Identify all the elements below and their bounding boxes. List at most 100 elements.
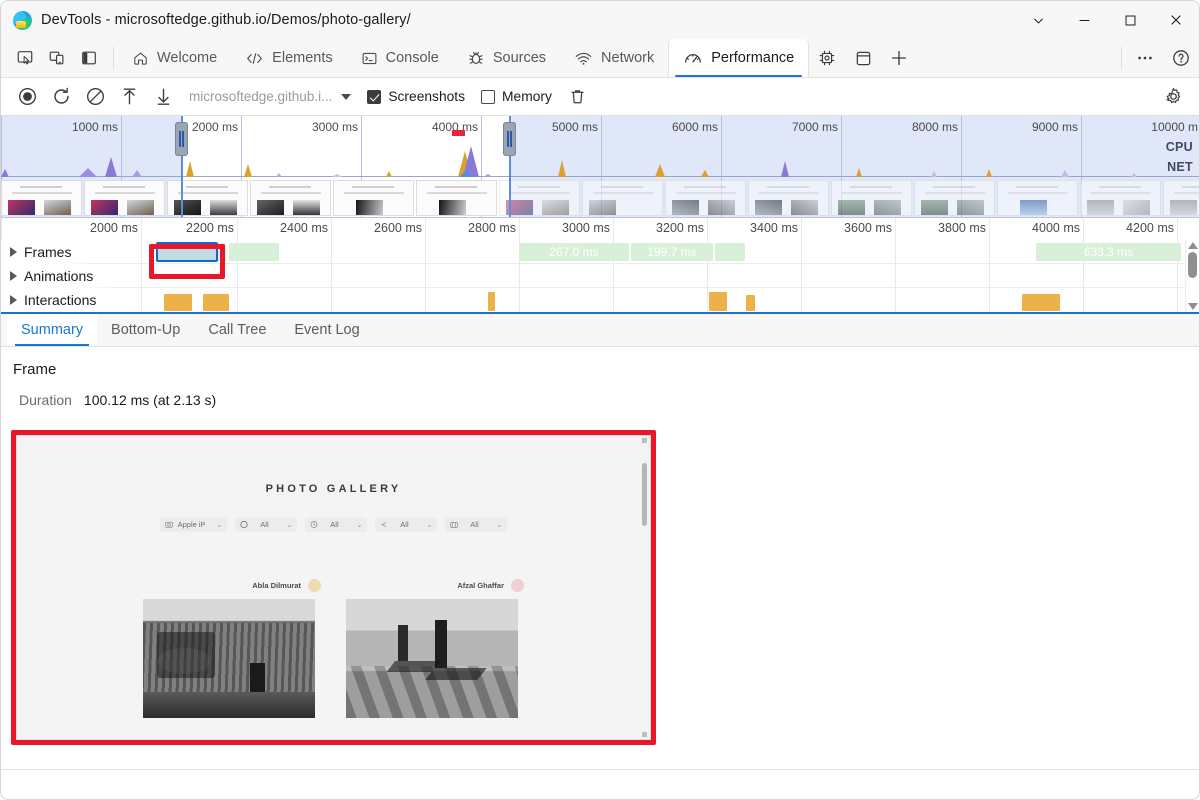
memory-chip-icon[interactable] <box>809 39 845 77</box>
device-toolbar-icon[interactable] <box>42 43 72 73</box>
delete-recording-icon[interactable] <box>562 83 594 111</box>
preview-filter-shutter: All ⌄ <box>305 517 367 532</box>
application-storage-icon[interactable] <box>845 39 881 77</box>
more-tabs-plus-icon[interactable] <box>881 39 917 77</box>
expand-triangle-icon[interactable] <box>10 295 17 305</box>
preview-photo-card: Abla Dilmurat <box>143 579 321 718</box>
clear-recording-button[interactable] <box>79 83 111 111</box>
timeline-scrollbar[interactable] <box>1185 240 1199 312</box>
tab-call-tree[interactable]: Call Tree <box>194 314 280 346</box>
screenshots-checkbox[interactable]: Screenshots <box>367 89 465 104</box>
timeline-tick: 4200 ms <box>1126 221 1174 235</box>
filmstrip-frame[interactable] <box>84 180 165 216</box>
title-bar: DevTools - microsoftedge.github.io/Demos… <box>1 1 1199 39</box>
preview-page-scrollbar[interactable] <box>640 438 649 737</box>
interaction-block[interactable] <box>746 295 755 311</box>
code-brackets-icon <box>245 50 264 67</box>
memory-checkbox-box[interactable] <box>481 90 495 104</box>
chevron-down-icon: ⌄ <box>427 521 433 529</box>
help-question-icon[interactable] <box>1163 48 1199 68</box>
expand-triangle-icon[interactable] <box>10 247 17 257</box>
filmstrip-frame[interactable] <box>997 180 1078 216</box>
tab-welcome[interactable]: Welcome <box>118 39 231 77</box>
interaction-block[interactable] <box>488 292 495 311</box>
tab-sources[interactable]: Sources <box>453 39 560 77</box>
load-profile-button[interactable] <box>113 83 145 111</box>
frame-screenshot-preview: PHOTO GALLERY Apple iP ⌄ All ⌄ <box>16 435 651 740</box>
tab-event-log[interactable]: Event Log <box>280 314 373 346</box>
interaction-block[interactable] <box>203 294 229 311</box>
filmstrip-frame[interactable] <box>1163 180 1199 216</box>
recording-target-selector[interactable]: microsoftedge.github.i... <box>189 89 351 104</box>
timeline-overview[interactable]: 1000 ms 2000 ms 3000 ms 4000 ms 5000 ms … <box>1 116 1199 218</box>
filmstrip-frame[interactable] <box>333 180 414 216</box>
timeline-detail[interactable]: 800 ms 2000 ms 2200 ms 2400 ms 2600 ms 2… <box>1 218 1199 314</box>
track-label: Frames <box>24 244 71 260</box>
track-interactions[interactable]: Interactions <box>1 288 1187 312</box>
save-profile-button[interactable] <box>147 83 179 111</box>
scroll-up-arrow-icon[interactable] <box>642 438 647 443</box>
preview-filter-value: All <box>260 520 268 529</box>
customize-more-icon[interactable] <box>1127 48 1163 68</box>
tabstrip-right-divider <box>1121 47 1122 69</box>
console-prompt-icon <box>361 50 378 67</box>
tab-network[interactable]: Network <box>560 39 668 77</box>
filmstrip-frame[interactable] <box>416 180 497 216</box>
capture-settings-gear-icon[interactable] <box>1157 83 1189 111</box>
tab-bottom-up[interactable]: Bottom-Up <box>97 314 194 346</box>
interaction-block[interactable] <box>164 294 192 311</box>
filmstrip-frame[interactable] <box>582 180 663 216</box>
scroll-up-arrow-icon[interactable] <box>1188 242 1198 249</box>
frame-block[interactable] <box>715 243 745 261</box>
track-name-interactions[interactable]: Interactions <box>1 288 118 312</box>
track-animations[interactable]: Animations <box>1 264 1187 288</box>
filmstrip-frame[interactable] <box>250 180 331 216</box>
frame-block[interactable]: 199.7 ms <box>631 243 713 261</box>
inspect-element-icon[interactable] <box>10 43 40 73</box>
panel-tabs: Welcome Elements Console S <box>118 39 809 77</box>
memory-checkbox[interactable]: Memory <box>481 89 552 104</box>
scrollbar-thumb[interactable] <box>642 463 647 526</box>
maximize-icon[interactable] <box>1107 1 1153 39</box>
tab-console[interactable]: Console <box>347 39 453 77</box>
overview-right-handle[interactable] <box>503 122 516 156</box>
frame-block[interactable]: 633.3 ms <box>1036 243 1181 261</box>
preview-filter-focal: All ⌄ <box>445 517 507 532</box>
preview-filter-bar: Apple iP ⌄ All ⌄ All ⌄ <box>17 517 650 532</box>
track-name-animations[interactable]: Animations <box>1 264 115 288</box>
dock-side-icon[interactable] <box>74 43 104 73</box>
filmstrip-frame[interactable] <box>748 180 829 216</box>
screenshots-checkbox-box[interactable] <box>367 90 381 104</box>
filmstrip-frame[interactable] <box>167 180 248 216</box>
filmstrip-frame[interactable] <box>1080 180 1161 216</box>
frame-block[interactable]: 267.0 ms <box>519 243 629 261</box>
frame-block[interactable] <box>229 243 279 261</box>
interaction-block[interactable] <box>709 292 727 311</box>
tab-performance[interactable]: Performance <box>668 39 809 77</box>
expand-triangle-icon[interactable] <box>10 271 17 281</box>
track-name-frames[interactable]: Frames <box>1 240 93 264</box>
selected-frame-block[interactable] <box>156 242 218 262</box>
tab-summary[interactable]: Summary <box>7 314 97 346</box>
filmstrip-frame[interactable] <box>665 180 746 216</box>
more-options-chevron-icon[interactable] <box>1015 1 1061 39</box>
filmstrip-frame[interactable] <box>499 180 580 216</box>
overview-left-handle[interactable] <box>175 122 188 156</box>
filmstrip-frame[interactable] <box>914 180 995 216</box>
scrollbar-thumb[interactable] <box>1188 252 1197 278</box>
tab-elements[interactable]: Elements <box>231 39 346 77</box>
reload-and-record-button[interactable] <box>45 83 77 111</box>
minimize-icon[interactable] <box>1061 1 1107 39</box>
preview-filter-camera: Apple iP ⌄ <box>160 517 228 532</box>
scroll-down-arrow-icon[interactable] <box>642 732 647 737</box>
scroll-down-arrow-icon[interactable] <box>1188 303 1198 310</box>
close-icon[interactable] <box>1153 1 1199 39</box>
preview-filter-aperture: All ⌄ <box>235 517 297 532</box>
filmstrip-frame[interactable] <box>1 180 82 216</box>
preview-page-title: PHOTO GALLERY <box>17 483 650 495</box>
record-button[interactable] <box>11 83 43 111</box>
performance-toolbar: microsoftedge.github.i... Screenshots Me… <box>1 78 1199 116</box>
interaction-block[interactable] <box>1022 294 1060 311</box>
filmstrip-frame[interactable] <box>831 180 912 216</box>
track-frames[interactable]: 267.0 ms 199.7 ms 633.3 ms Frames <box>1 240 1187 264</box>
